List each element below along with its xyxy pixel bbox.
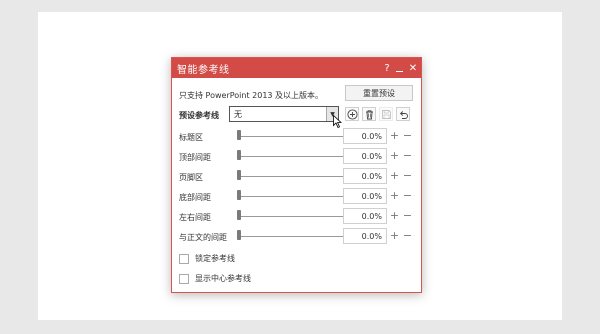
decrease-button[interactable]: − bbox=[402, 150, 413, 161]
slider-track[interactable] bbox=[238, 176, 347, 177]
increase-button[interactable]: + bbox=[389, 150, 400, 161]
mouse-cursor-icon bbox=[333, 115, 342, 128]
slider-thumb[interactable] bbox=[237, 150, 241, 160]
decrease-button[interactable]: − bbox=[402, 170, 413, 181]
value-input[interactable]: 0.0% bbox=[343, 208, 387, 224]
guide-row-title-area: 标题区 0.0% + − bbox=[179, 128, 416, 144]
guide-row-bottom-margin: 底部间距 0.0% + − bbox=[179, 188, 416, 204]
version-notice: 只支持 PowerPoint 2013 及以上版本。 bbox=[179, 91, 324, 100]
close-button[interactable]: ✕ bbox=[406, 58, 420, 78]
dialog-body: 只支持 PowerPoint 2013 及以上版本。 重置预设 预设参考线 无 … bbox=[172, 78, 421, 293]
guide-row-footer-area: 页脚区 0.0% + − bbox=[179, 168, 416, 184]
save-preset-button[interactable] bbox=[379, 107, 393, 121]
guide-row-side-margin: 左右间距 0.0% + − bbox=[179, 208, 416, 224]
row-label: 与正文的间距 bbox=[179, 233, 227, 242]
increase-button[interactable]: + bbox=[389, 210, 400, 221]
guide-row-body-spacing: 与正文的间距 0.0% + − bbox=[179, 228, 416, 244]
slider-track[interactable] bbox=[238, 156, 347, 157]
slider-track[interactable] bbox=[238, 196, 347, 197]
decrease-button[interactable]: − bbox=[402, 230, 413, 241]
checkbox-label: 锁定参考线 bbox=[195, 254, 235, 263]
slider-track[interactable] bbox=[238, 136, 347, 137]
value-input[interactable]: 0.0% bbox=[343, 148, 387, 164]
save-icon bbox=[381, 109, 391, 119]
center-guides-checkbox[interactable] bbox=[179, 273, 189, 284]
increase-button[interactable]: + bbox=[389, 130, 400, 141]
slider-track[interactable] bbox=[238, 216, 347, 217]
value-input[interactable]: 0.0% bbox=[343, 128, 387, 144]
delete-preset-button[interactable] bbox=[362, 107, 376, 121]
decrease-button[interactable]: − bbox=[402, 210, 413, 221]
preset-label: 预设参考线 bbox=[179, 111, 219, 120]
center-guides-option[interactable]: 显示中心参考线 bbox=[179, 273, 251, 284]
dialog-titlebar: 智能参考线 ? ✕ bbox=[172, 58, 421, 78]
slider-thumb[interactable] bbox=[237, 130, 241, 140]
slider-track[interactable] bbox=[238, 236, 347, 237]
increase-button[interactable]: + bbox=[389, 190, 400, 201]
add-preset-button[interactable] bbox=[345, 107, 359, 121]
preset-select-value: 无 bbox=[234, 109, 242, 119]
slider-thumb[interactable] bbox=[237, 190, 241, 200]
value-input[interactable]: 0.0% bbox=[343, 228, 387, 244]
guide-row-top-margin: 顶部间距 0.0% + − bbox=[179, 148, 416, 164]
lock-guides-option[interactable]: 锁定参考线 bbox=[179, 253, 235, 264]
trash-icon bbox=[365, 109, 373, 119]
add-circle-icon bbox=[346, 108, 358, 120]
decrease-button[interactable]: − bbox=[402, 190, 413, 201]
slider-thumb[interactable] bbox=[237, 210, 241, 220]
row-label: 标题区 bbox=[179, 133, 203, 142]
dialog-title: 智能参考线 bbox=[177, 64, 230, 76]
reset-preset-button[interactable]: 重置预设 bbox=[345, 85, 413, 101]
minimize-button[interactable] bbox=[392, 58, 406, 78]
preset-select[interactable]: 无 ▼ bbox=[229, 106, 339, 122]
undo-button[interactable] bbox=[396, 107, 410, 121]
checkbox-label: 显示中心参考线 bbox=[195, 274, 251, 283]
value-input[interactable]: 0.0% bbox=[343, 188, 387, 204]
increase-button[interactable]: + bbox=[389, 170, 400, 181]
decrease-button[interactable]: − bbox=[402, 130, 413, 141]
row-label: 左右间距 bbox=[179, 213, 211, 222]
row-label: 底部间距 bbox=[179, 193, 211, 202]
lock-guides-checkbox[interactable] bbox=[179, 253, 189, 264]
undo-icon bbox=[399, 110, 408, 119]
row-label: 顶部间距 bbox=[179, 153, 211, 162]
slider-thumb[interactable] bbox=[237, 170, 241, 180]
increase-button[interactable]: + bbox=[389, 230, 400, 241]
value-input[interactable]: 0.0% bbox=[343, 168, 387, 184]
row-label: 页脚区 bbox=[179, 173, 203, 182]
smart-guides-dialog: 智能参考线 ? ✕ 只支持 PowerPoint 2013 及以上版本。 重置预… bbox=[171, 57, 422, 293]
slider-thumb[interactable] bbox=[237, 230, 241, 240]
